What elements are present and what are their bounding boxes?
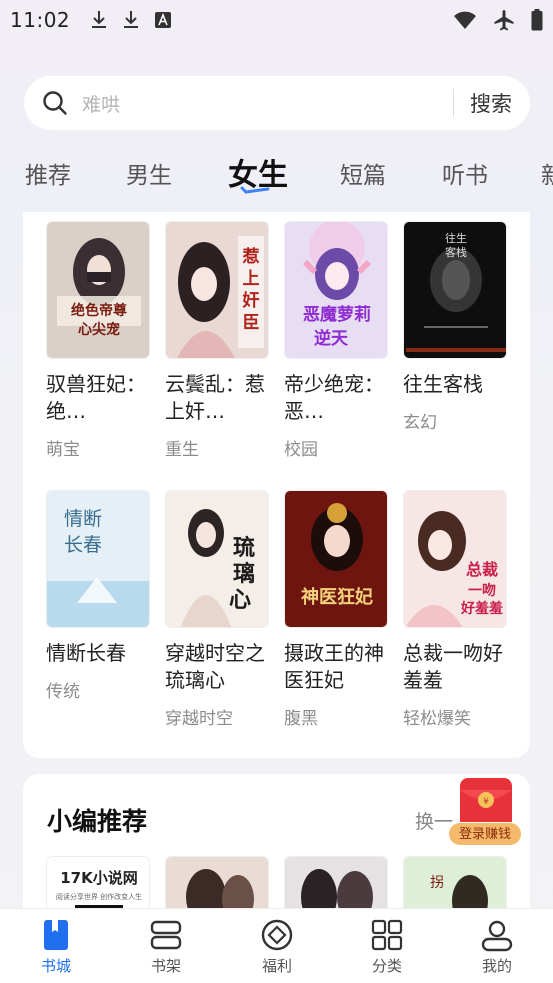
nav-item-bookshelf[interactable]: 书架 <box>126 917 206 976</box>
book-title[interactable]: 摄政王的神医狂妃 <box>284 640 388 694</box>
book-title[interactable]: 帝少绝宠：恶… <box>284 371 388 425</box>
svg-text:神医狂妃: 神医狂妃 <box>301 586 373 608</box>
svg-text:惹: 惹 <box>243 247 260 267</box>
book-cover[interactable]: 总裁 一吻 好羞羞 <box>403 490 507 628</box>
book-item[interactable]: 琉 璃 心 穿越时空之琉璃心 穿越时空 <box>165 490 269 729</box>
book-item[interactable]: 绝色帝尊 心尖宠 驭兽狂妃：绝… 萌宝 <box>46 221 150 460</box>
category-tabs: 推荐 男生 女生 短篇 听书 新 <box>0 148 553 198</box>
tab-recommend[interactable]: 推荐 <box>25 156 71 190</box>
svg-text:绝色帝尊: 绝色帝尊 <box>71 302 127 319</box>
wifi-icon <box>454 11 476 29</box>
book-item[interactable]: 情断 长春 情断长春 传统 <box>46 490 150 702</box>
tab-audio[interactable]: 听书 <box>442 156 488 190</box>
book-tag: 腹黑 <box>284 709 318 729</box>
tab-male[interactable]: 男生 <box>126 156 172 190</box>
book-item[interactable]: 往生 客栈 往生客栈 玄幻 <box>403 221 507 433</box>
search-box[interactable]: 难哄 搜索 <box>24 76 530 130</box>
book-title[interactable]: 云鬓乱：惹上奸… <box>165 371 269 425</box>
book-cover[interactable] <box>284 856 388 916</box>
book-cover[interactable]: 情断 长春 <box>46 490 150 628</box>
tab-short[interactable]: 短篇 <box>340 156 386 190</box>
gift-icon <box>261 919 293 951</box>
svg-text:逆天: 逆天 <box>314 328 349 349</box>
search-divider <box>453 89 454 117</box>
book-tag: 传统 <box>46 682 80 702</box>
book-title[interactable]: 驭兽狂妃：绝… <box>46 371 150 425</box>
nav-item-profile[interactable]: 我的 <box>457 917 537 976</box>
download-icon <box>92 11 107 28</box>
book-icon <box>44 920 68 950</box>
nav-label: 分类 <box>371 957 402 975</box>
book-title[interactable]: 情断长春 <box>46 640 150 667</box>
book-tag: 玄幻 <box>403 413 437 433</box>
svg-text:¥: ¥ <box>483 797 489 807</box>
book-tag: 重生 <box>165 440 199 460</box>
book-item[interactable]: 惹 上 奸 臣 云鬓乱：惹上奸… 重生 <box>165 221 269 460</box>
svg-text:长春: 长春 <box>64 534 102 556</box>
svg-text:琉: 琉 <box>233 535 255 561</box>
nav-item-bookstore[interactable]: 书城 <box>16 917 96 976</box>
book-cover[interactable]: 绝色帝尊 心尖宠 <box>46 221 150 359</box>
book-item[interactable]: 总裁 一吻 好羞羞 总裁一吻好羞羞 轻松爆笑 <box>403 490 507 729</box>
grid-icon <box>371 919 403 951</box>
svg-text:心: 心 <box>229 587 251 613</box>
svg-text:恶魔萝莉: 恶魔萝莉 <box>303 304 371 325</box>
svg-text:客栈: 客栈 <box>445 245 467 259</box>
airplane-icon <box>494 10 514 31</box>
svg-text:上: 上 <box>243 269 260 289</box>
book-cover[interactable] <box>165 856 269 916</box>
profile-icon <box>481 920 513 952</box>
section-title: 小编推荐 <box>47 807 148 836</box>
status-bar: 11:02 <box>0 0 553 40</box>
nav-label: 书架 <box>150 957 181 975</box>
book-tag: 萌宝 <box>46 440 80 460</box>
bottom-nav: 书城 书架 福利 分类 我的 <box>0 908 553 983</box>
book-cover[interactable]: 神医狂妃 <box>284 490 388 628</box>
tab-new[interactable]: 新 <box>541 156 553 190</box>
svg-text:璃: 璃 <box>233 561 255 587</box>
nav-item-category[interactable]: 分类 <box>347 917 427 976</box>
cover-brand-text: 17K小说网 <box>60 869 138 887</box>
book-cover[interactable]: 恶魔萝莉 逆天 <box>284 221 388 359</box>
svg-text:臣: 臣 <box>243 313 260 333</box>
nav-label: 我的 <box>481 957 512 975</box>
svg-text:好羞羞: 好羞羞 <box>460 600 503 617</box>
book-grid-card: 绝色帝尊 心尖宠 驭兽狂妃：绝… 萌宝 惹 上 奸 臣 云鬓乱：惹上奸… 重生 <box>23 212 530 758</box>
status-time: 11:02 <box>10 8 71 32</box>
book-tag: 校园 <box>284 440 318 460</box>
book-tag: 穿越时空 <box>165 709 233 729</box>
nav-label: 书城 <box>40 957 71 975</box>
book-item[interactable]: 神医狂妃 摄政王的神医狂妃 腹黑 <box>284 490 388 729</box>
svg-text:心尖宠: 心尖宠 <box>78 321 120 338</box>
login-earn-badge[interactable]: 登录赚钱 <box>448 822 522 846</box>
book-cover[interactable]: 拐 <box>403 856 507 916</box>
svg-text:情断: 情断 <box>64 508 102 530</box>
book-cover[interactable]: 惹 上 奸 臣 <box>165 221 269 359</box>
book-cover[interactable]: 往生 客栈 <box>403 221 507 359</box>
nav-item-welfare[interactable]: 福利 <box>237 917 317 976</box>
svg-text:一吻: 一吻 <box>468 582 496 599</box>
svg-text:拐: 拐 <box>430 875 444 891</box>
download-icon <box>124 11 139 28</box>
cover-slogan-text: 阅读分享世界 创作改变人生 <box>56 892 142 901</box>
book-title[interactable]: 往生客栈 <box>403 371 507 398</box>
book-tag: 轻松爆笑 <box>403 709 471 729</box>
battery-icon <box>531 9 543 31</box>
book-title[interactable]: 总裁一吻好羞羞 <box>403 640 507 694</box>
active-tab-indicator <box>240 186 270 194</box>
svg-text:总裁: 总裁 <box>466 560 498 579</box>
svg-text:奸: 奸 <box>242 290 260 311</box>
bookshelf-icon <box>150 920 182 950</box>
nav-label: 福利 <box>261 957 292 975</box>
search-button[interactable]: 搜索 <box>470 88 512 118</box>
book-title[interactable]: 穿越时空之琉璃心 <box>165 640 269 694</box>
svg-text:往生: 往生 <box>445 231 467 245</box>
search-input[interactable]: 难哄 <box>82 90 453 117</box>
book-item[interactable]: 恶魔萝莉 逆天 帝少绝宠：恶… 校园 <box>284 221 388 460</box>
search-icon <box>43 91 67 115</box>
translate-icon <box>155 12 172 28</box>
book-cover[interactable]: 17K小说网 阅读分享世界 创作改变人生 <box>46 856 150 916</box>
book-cover[interactable]: 琉 璃 心 <box>165 490 269 628</box>
